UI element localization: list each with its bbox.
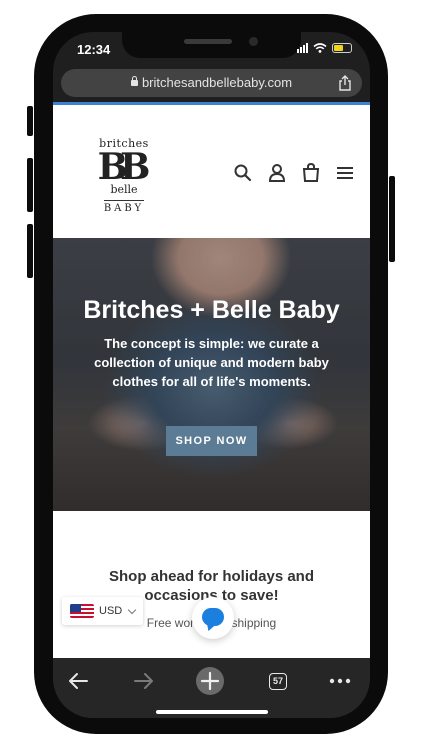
account-icon[interactable] (267, 163, 287, 183)
more-button[interactable] (325, 666, 355, 696)
speaker (184, 39, 232, 44)
hero-title: Britches + Belle Baby (83, 296, 340, 324)
us-flag-icon (70, 604, 94, 618)
url-text: britchesandbellebaby.com (141, 75, 293, 90)
site-logo[interactable]: britches BB belle BABY (89, 138, 159, 215)
volume-up-button (27, 158, 33, 212)
home-indicator[interactable] (156, 710, 268, 714)
status-bar: 12:34 (53, 32, 370, 68)
web-page: britches BB belle BABY Britches + Belle … (53, 105, 370, 658)
address-bar[interactable]: britchesandbellebaby.com (61, 69, 362, 97)
volume-down-button (27, 224, 33, 278)
back-button[interactable] (63, 666, 93, 696)
front-camera (249, 37, 258, 46)
hero-subtitle: The concept is simple: we curate a colle… (94, 336, 329, 389)
phone-screen: 12:34 britchesandbellebaby.com britches … (53, 32, 370, 718)
site-header: britches BB belle BABY (53, 105, 370, 238)
notch (122, 32, 301, 58)
hero-banner: Britches + Belle Baby The concept is sim… (53, 238, 370, 511)
more-icon (329, 678, 351, 684)
menu-icon[interactable] (335, 163, 355, 183)
currency-selector[interactable]: USD (62, 597, 144, 625)
new-tab-button[interactable] (195, 666, 225, 696)
currency-code: USD (99, 605, 123, 617)
power-button (389, 176, 395, 262)
back-icon (69, 673, 88, 689)
chat-button[interactable] (192, 597, 234, 639)
cart-icon[interactable] (301, 163, 321, 183)
forward-icon (134, 673, 153, 689)
search-icon[interactable] (233, 163, 253, 183)
tabs-button[interactable]: 57 (263, 666, 293, 696)
status-time: 12:34 (77, 42, 111, 57)
mute-switch (27, 106, 33, 136)
share-icon[interactable] (338, 75, 352, 91)
tab-count: 57 (269, 672, 287, 690)
forward-button[interactable] (129, 666, 159, 696)
battery-icon (332, 43, 352, 53)
status-icons (297, 43, 352, 53)
chat-icon (202, 608, 224, 626)
wifi-icon (313, 43, 327, 53)
new-tab-icon (196, 667, 224, 695)
browser-toolbar: 57 (53, 658, 370, 718)
header-actions (233, 163, 355, 183)
chevron-down-icon (127, 605, 137, 614)
lock-icon (130, 75, 138, 86)
shop-now-button[interactable]: SHOP NOW (166, 426, 257, 456)
signal-icon (297, 43, 308, 53)
